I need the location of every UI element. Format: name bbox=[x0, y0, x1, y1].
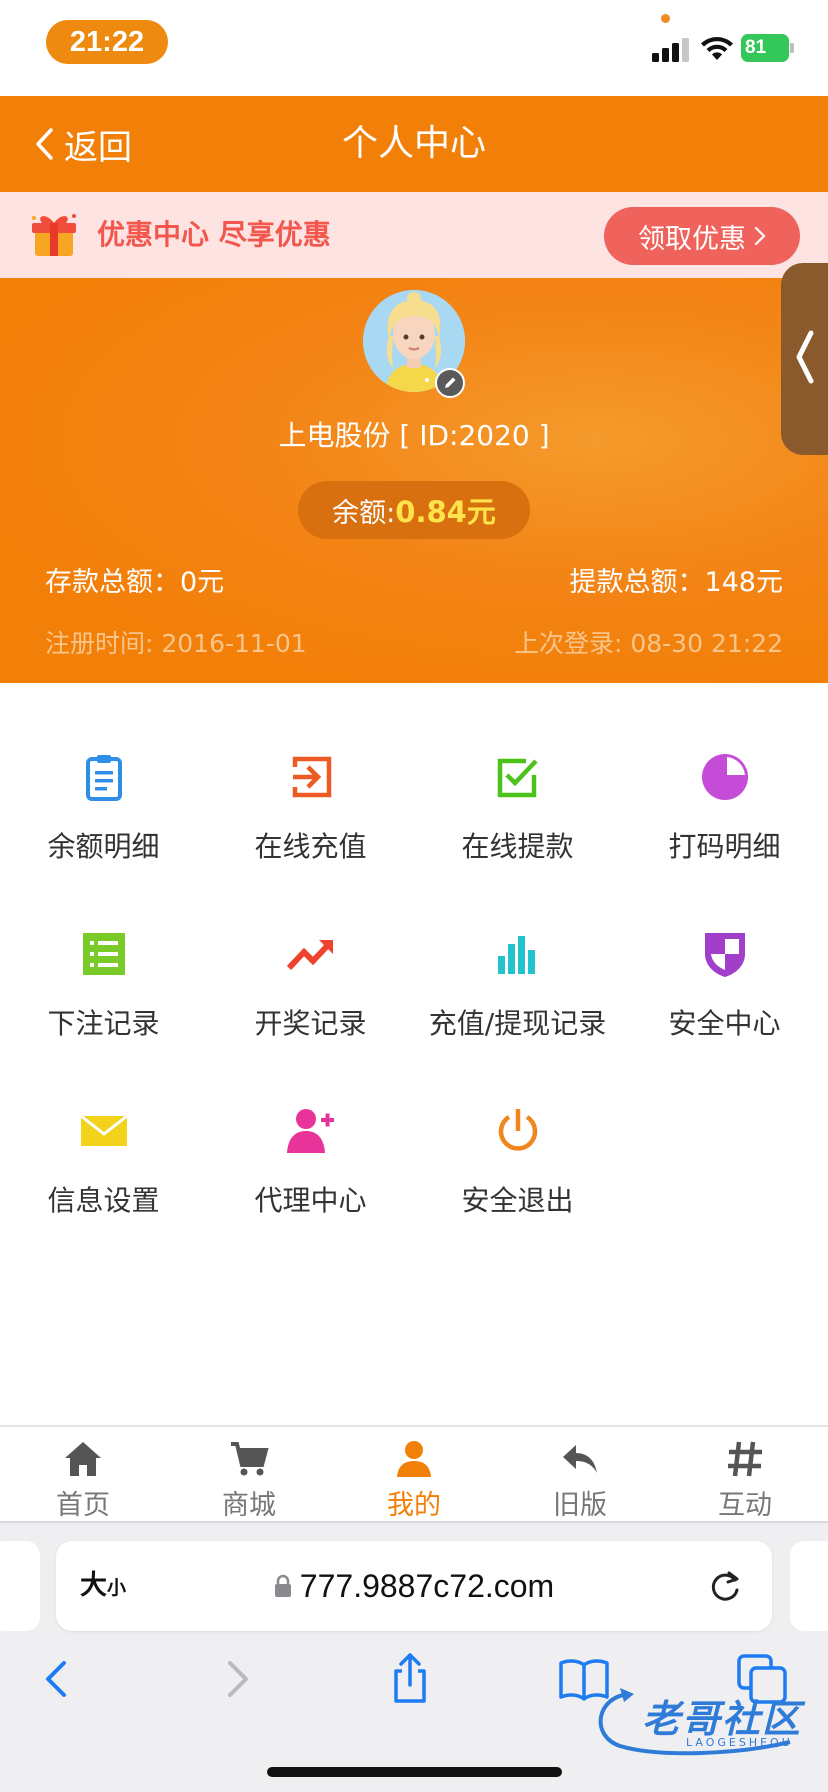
home-icon bbox=[65, 1442, 101, 1476]
tab-label: 旧版 bbox=[553, 1490, 607, 1521]
menu-label: 下注记录 bbox=[47, 1007, 160, 1040]
chevron-left-icon bbox=[796, 330, 814, 384]
share-icon[interactable] bbox=[382, 1651, 438, 1707]
promo-banner: 优惠中心 尽享优惠 领取优惠 bbox=[0, 192, 828, 278]
battery-level: 81 bbox=[745, 37, 767, 58]
page-header: 返回 个人中心 bbox=[0, 96, 828, 192]
menu-item-bet-records[interactable]: 下注记录 bbox=[0, 860, 207, 1040]
gift-icon bbox=[32, 214, 76, 256]
watermark-subtext: LAOGESHEQU bbox=[686, 1736, 793, 1749]
checkbox-icon bbox=[497, 758, 538, 798]
tab-label: 互动 bbox=[718, 1490, 772, 1521]
claim-offer-label: 领取优惠 bbox=[638, 223, 746, 255]
wifi-icon bbox=[701, 37, 733, 60]
bar-chart-icon bbox=[498, 936, 535, 974]
battery-indicator: 81 bbox=[741, 34, 789, 62]
claim-offer-button[interactable]: 领取优惠 bbox=[604, 207, 800, 265]
menu-label: 安全中心 bbox=[668, 1007, 781, 1040]
tab-label: 商城 bbox=[222, 1490, 276, 1521]
tab-label: 首页 bbox=[56, 1490, 110, 1521]
menu-item-transaction-records[interactable]: 充值/提现记录 bbox=[414, 860, 621, 1040]
power-icon bbox=[498, 1109, 538, 1151]
url-display[interactable]: 777.9887c72.com bbox=[56, 1541, 772, 1631]
menu-item-balance-detail[interactable]: 余额明细 bbox=[0, 683, 207, 863]
status-time: 21:22 bbox=[46, 20, 168, 64]
username: 上电股份 [ ID:2020 ] bbox=[278, 419, 550, 452]
tab-interact[interactable]: 互动 bbox=[662, 1427, 828, 1523]
next-tab-preview[interactable] bbox=[790, 1541, 828, 1631]
menu-label: 安全退出 bbox=[461, 1184, 574, 1217]
total-withdrawal: 提款总额：148元 bbox=[569, 567, 783, 598]
menu-item-online-withdraw[interactable]: 在线提款 bbox=[414, 683, 621, 863]
promo-text: 优惠中心 尽享优惠 bbox=[97, 218, 331, 251]
pie-chart-icon bbox=[702, 754, 748, 800]
menu-label: 开奖记录 bbox=[254, 1007, 367, 1040]
envelope-icon bbox=[80, 1114, 128, 1146]
menu-label: 信息设置 bbox=[47, 1184, 160, 1217]
cellular-signal-icon bbox=[652, 38, 690, 62]
reply-icon bbox=[563, 1445, 597, 1473]
side-drawer-handle[interactable] bbox=[781, 263, 828, 455]
watermark-logo: 老哥社区 LAOGESHEQU bbox=[590, 1680, 815, 1760]
privacy-indicator-dot bbox=[661, 14, 670, 23]
tab-old-version[interactable]: 旧版 bbox=[497, 1427, 663, 1523]
battery-cap bbox=[790, 43, 794, 53]
tab-mine[interactable]: 我的 bbox=[331, 1427, 497, 1523]
menu-item-betting-detail[interactable]: 打码明细 bbox=[621, 683, 828, 863]
edit-avatar-button[interactable] bbox=[435, 368, 465, 398]
tab-label: 我的 bbox=[387, 1490, 441, 1521]
menu-item-message-settings[interactable]: 信息设置 bbox=[0, 1037, 207, 1217]
previous-tab-preview[interactable] bbox=[0, 1541, 40, 1631]
menu-label: 代理中心 bbox=[254, 1184, 367, 1217]
cart-icon bbox=[231, 1442, 269, 1476]
home-indicator[interactable] bbox=[267, 1767, 562, 1777]
tab-mall[interactable]: 商城 bbox=[166, 1427, 332, 1523]
menu-label: 余额明细 bbox=[47, 830, 160, 863]
menu-label: 充值/提现记录 bbox=[428, 1007, 607, 1040]
menu-label: 在线提款 bbox=[461, 830, 574, 863]
page-title: 个人中心 bbox=[341, 123, 486, 164]
menu-item-lottery-results[interactable]: 开奖记录 bbox=[207, 860, 414, 1040]
total-deposit: 存款总额：0元 bbox=[45, 567, 225, 598]
menu-label: 打码明细 bbox=[668, 830, 781, 863]
bottom-tab-bar: 首页 商城 我的 旧版 互动 bbox=[0, 1425, 828, 1521]
watermark-text: 老哥社区 bbox=[642, 1697, 803, 1741]
status-bar: 21:22 81 bbox=[0, 0, 828, 96]
browser-back-icon[interactable] bbox=[30, 1651, 86, 1707]
reload-icon[interactable] bbox=[708, 1568, 742, 1604]
shield-icon bbox=[705, 933, 745, 977]
user-icon bbox=[397, 1441, 431, 1477]
address-bar[interactable]: 大小 777.9887c72.com bbox=[56, 1541, 772, 1631]
pencil-icon bbox=[445, 377, 456, 388]
trend-up-icon bbox=[287, 940, 333, 971]
hashtag-icon bbox=[728, 1441, 762, 1477]
menu-item-online-recharge[interactable]: 在线充值 bbox=[207, 683, 414, 863]
register-date: 注册时间: 2016-11-01 bbox=[45, 629, 307, 658]
menu-item-agent-center[interactable]: 代理中心 bbox=[207, 1037, 414, 1217]
menu-item-logout[interactable]: 安全退出 bbox=[414, 1037, 621, 1217]
balance-pill: 余额: 0.84元 bbox=[298, 481, 530, 539]
menu-item-security-center[interactable]: 安全中心 bbox=[621, 860, 828, 1040]
menu-label: 在线充值 bbox=[254, 830, 367, 863]
browser-forward-icon[interactable] bbox=[208, 1651, 264, 1707]
lock-icon bbox=[274, 1574, 291, 1597]
clipboard-icon bbox=[86, 755, 122, 801]
last-login: 上次登录: 08-30 21:22 bbox=[513, 629, 783, 658]
chevron-right-icon bbox=[754, 226, 766, 246]
balance-value: 0.84元 bbox=[395, 495, 496, 529]
url-text: 777.9887c72.com bbox=[299, 1567, 555, 1604]
list-icon bbox=[83, 933, 125, 975]
add-user-icon bbox=[287, 1109, 334, 1153]
tab-home[interactable]: 首页 bbox=[0, 1427, 166, 1523]
profile-card: 上电股份 [ ID:2020 ] 余额: 0.84元 存款总额：0元 提款总额：… bbox=[0, 278, 828, 683]
login-arrow-icon bbox=[292, 756, 332, 798]
balance-label: 余额: bbox=[332, 497, 396, 529]
